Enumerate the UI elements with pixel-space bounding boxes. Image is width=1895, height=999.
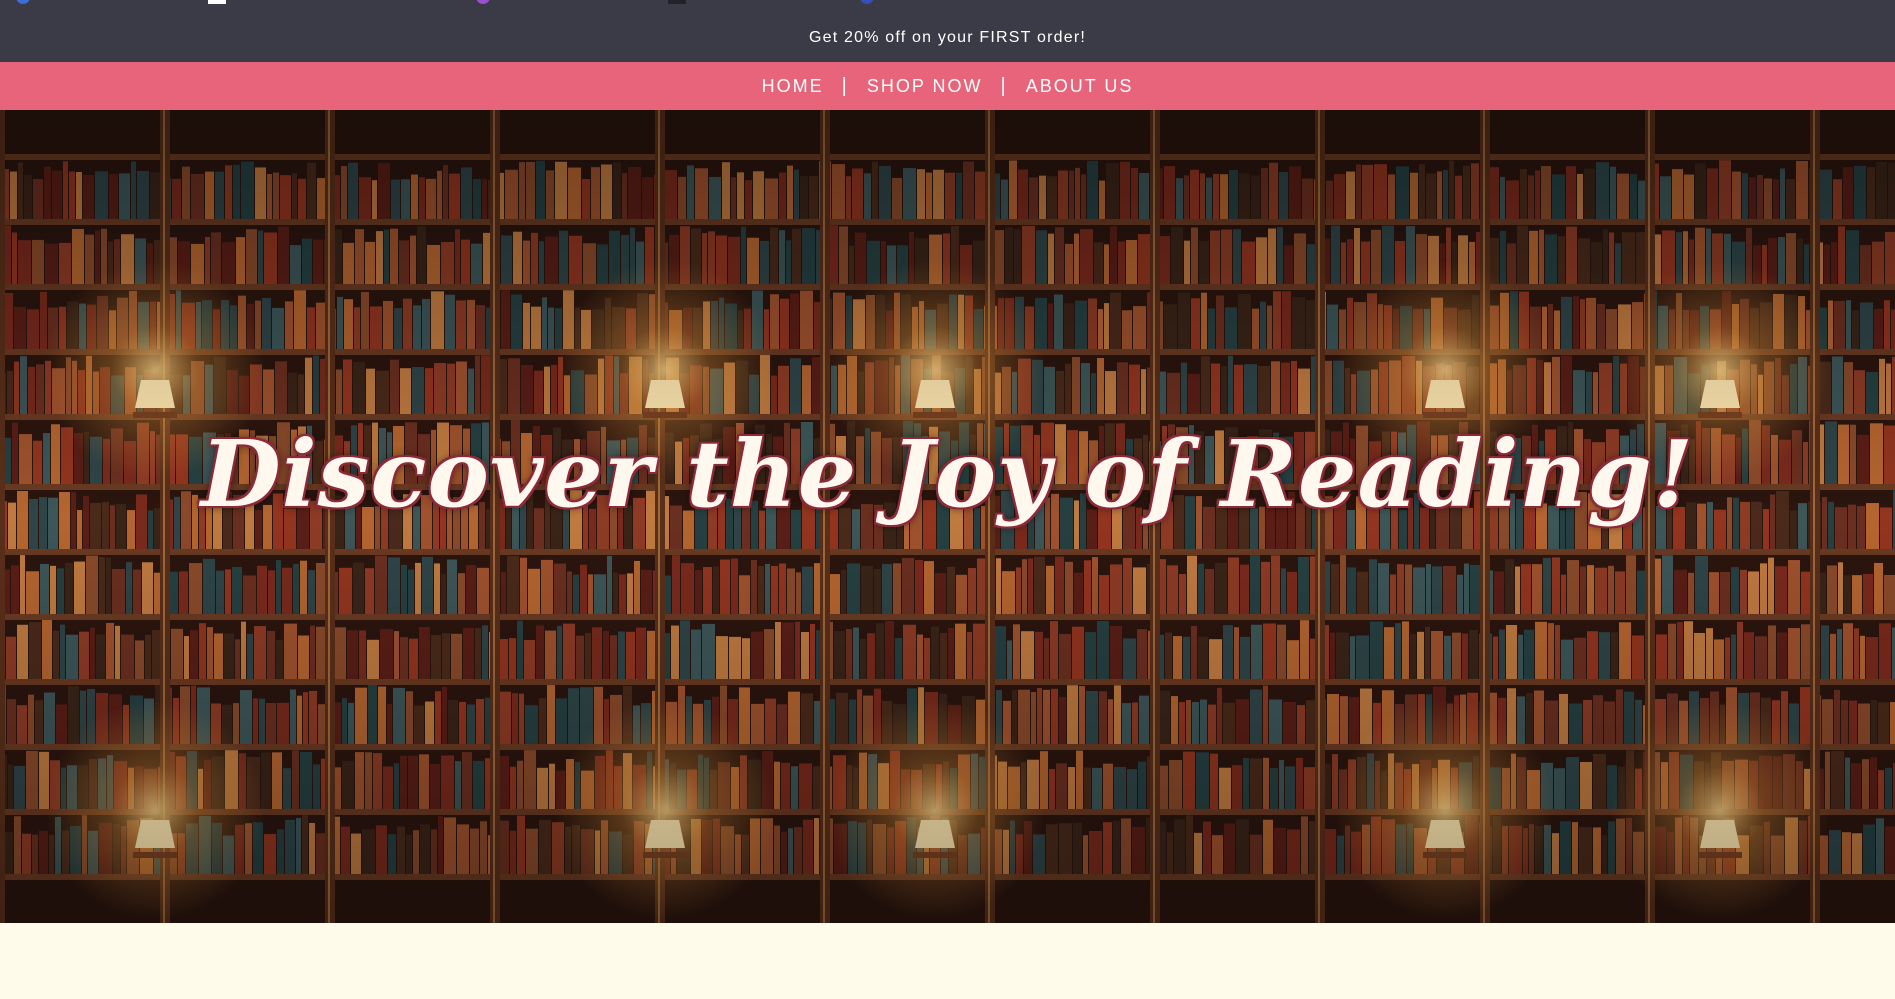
nav-shop-now-link[interactable]: SHOP NOW <box>849 76 1001 97</box>
blue-circle-icon[interactable] <box>860 0 874 4</box>
nav-about-us-link[interactable]: ABOUT US <box>1008 76 1152 97</box>
top-icon-strip <box>0 0 1000 4</box>
dark-square-icon[interactable] <box>668 0 686 4</box>
promo-bar: Get 20% off on your FIRST order! <box>0 0 1895 62</box>
blue-circle-icon[interactable] <box>16 0 30 4</box>
promo-text: Get 20% off on your FIRST order! <box>808 29 1087 46</box>
nav-separator: | <box>1000 74 1008 97</box>
purple-circle-icon[interactable] <box>476 0 490 4</box>
nav-home-link[interactable]: HOME <box>744 76 842 97</box>
hero-banner: Discover the Joy of Reading! <box>0 110 1895 923</box>
hero-title: Discover the Joy of Reading! <box>200 420 1695 528</box>
main-nav: HOME | SHOP NOW | ABOUT US <box>0 62 1895 110</box>
nav-separator: | <box>841 74 849 97</box>
white-square-icon[interactable] <box>208 0 226 4</box>
page-content-area <box>0 923 1895 999</box>
